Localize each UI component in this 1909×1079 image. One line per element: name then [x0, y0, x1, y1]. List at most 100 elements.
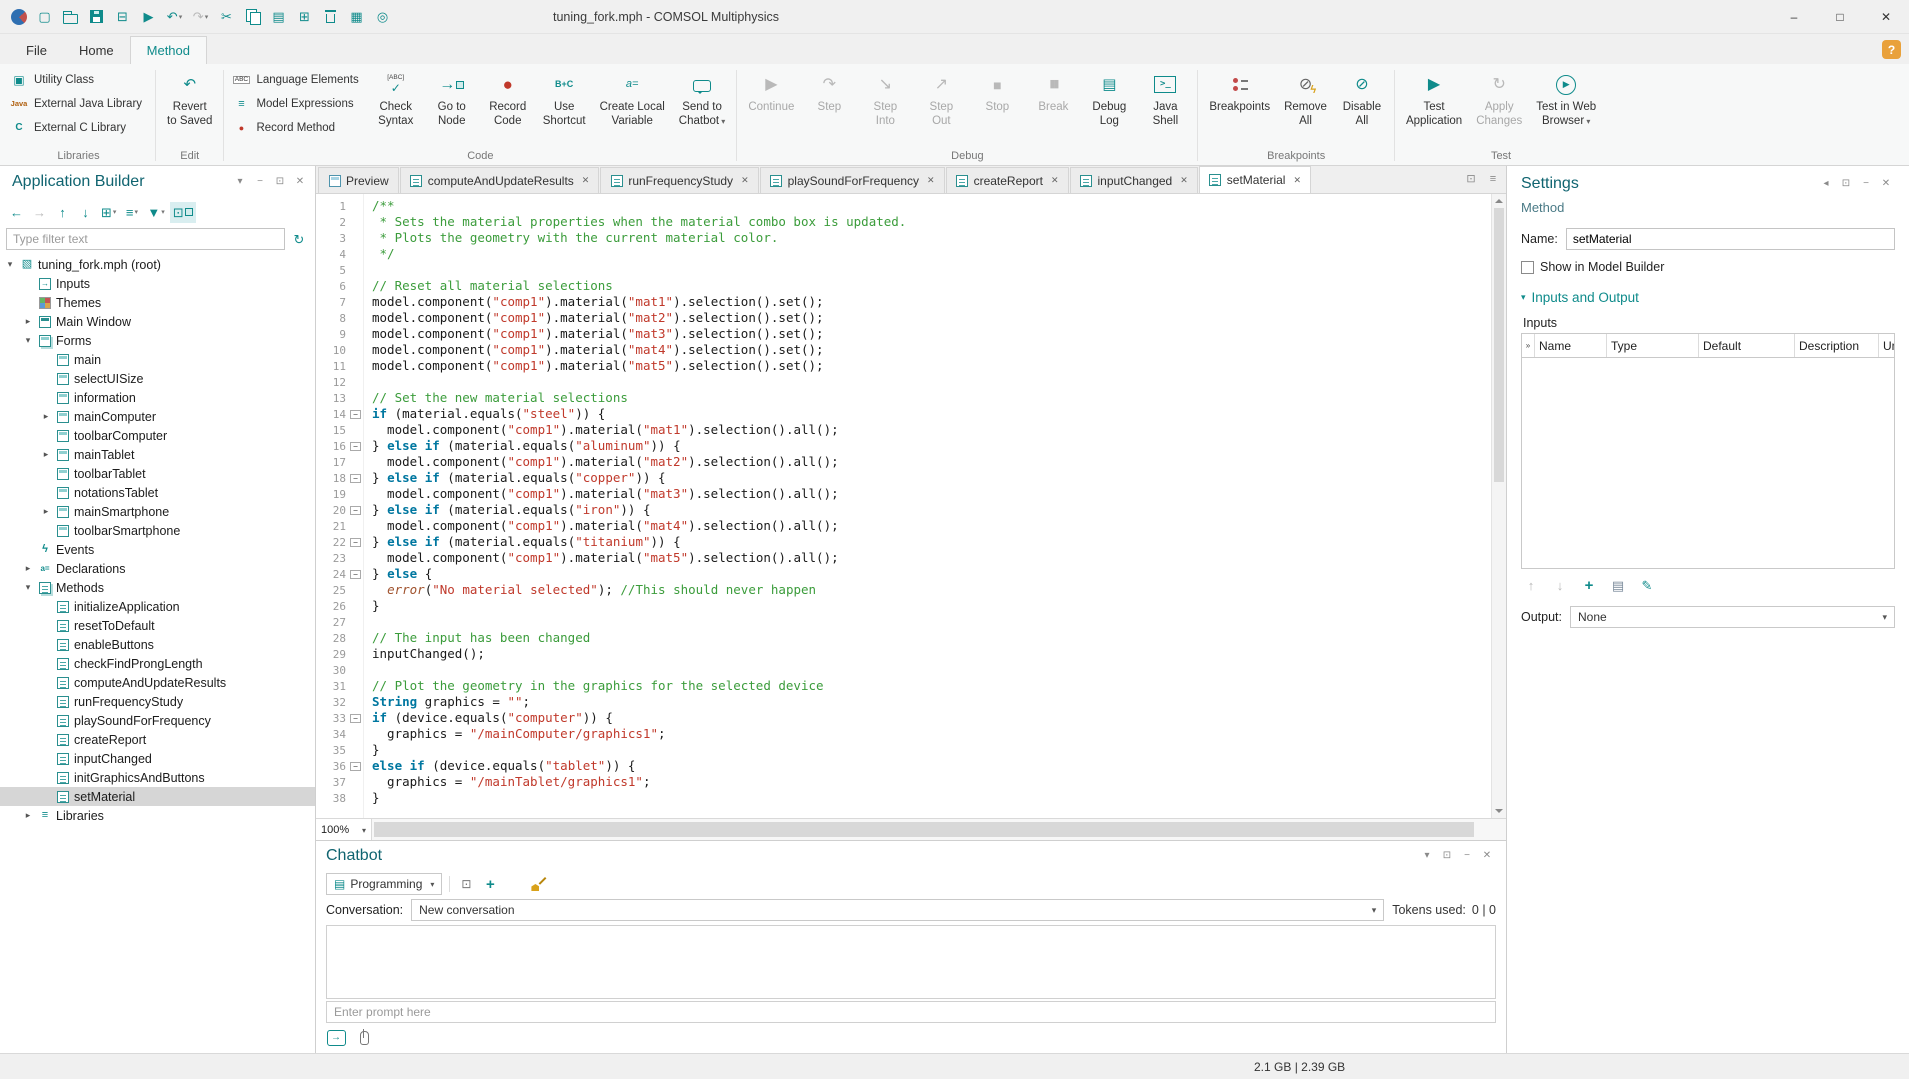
revert-to-saved-button[interactable]: ↶Revert to Saved: [161, 66, 218, 147]
tree-item-toolbarsmartphone[interactable]: toolbarSmartphone: [0, 521, 315, 540]
tree-columns-icon[interactable]: ≡▾: [121, 202, 142, 223]
move-down-icon[interactable]: ↓: [75, 202, 96, 223]
clear-conversation-icon[interactable]: [529, 875, 547, 893]
fold-collapse-icon[interactable]: −: [350, 474, 361, 483]
disable-all-button[interactable]: ⊘Disable All: [1335, 66, 1389, 147]
editor-code[interactable]: /** * Sets the material properties when …: [364, 194, 1491, 818]
tree-item-events[interactable]: ϟEvents: [0, 540, 315, 559]
help-icon[interactable]: ?: [1882, 40, 1901, 59]
fold-collapse-icon[interactable]: −: [350, 538, 361, 547]
tree-item-notationstablet[interactable]: notationsTablet: [0, 483, 315, 502]
stop-button[interactable]: ■Stop: [970, 66, 1024, 147]
settings-close-icon[interactable]: ✕: [1877, 176, 1895, 192]
expand-arrow-icon[interactable]: ▸: [40, 411, 52, 422]
apply-changes-button[interactable]: ↻Apply Changes: [1470, 66, 1528, 147]
chat-panel-icon[interactable]: ⊡: [457, 875, 475, 893]
tree-item-computeandupdateresults[interactable]: computeAndUpdateResults: [0, 673, 315, 692]
tree-item-enablebuttons[interactable]: enableButtons: [0, 635, 315, 654]
panel-float-icon[interactable]: ⊡: [271, 174, 289, 190]
record-code-button[interactable]: ●Record Code: [481, 66, 535, 147]
panel-menu-icon[interactable]: ▾: [231, 174, 249, 190]
record-method-button[interactable]: ●Record Method: [229, 117, 366, 139]
settings-float-icon[interactable]: ⊡: [1837, 176, 1855, 192]
collapse-arrow-icon[interactable]: ▾: [22, 582, 34, 593]
editor-tab-inputchanged[interactable]: inputChanged✕: [1070, 167, 1198, 193]
check-syntax-button[interactable]: ✓Check Syntax: [369, 66, 423, 147]
close-tab-icon[interactable]: ✕: [927, 175, 935, 186]
tree-item-information[interactable]: information: [0, 388, 315, 407]
settings-back-icon[interactable]: ◂: [1817, 176, 1835, 192]
editor-tab-createreport[interactable]: createReport✕: [946, 167, 1069, 193]
column-header-name[interactable]: Name: [1535, 334, 1607, 357]
scrollbar-track[interactable]: [1492, 208, 1506, 804]
show-grid-icon[interactable]: ⊞▾: [98, 202, 119, 223]
editor-float-icon[interactable]: ⊡: [1462, 171, 1480, 187]
column-header-description[interactable]: Description: [1795, 334, 1879, 357]
editor-vertical-scrollbar[interactable]: [1491, 194, 1506, 818]
close-button[interactable]: ✕: [1863, 0, 1909, 34]
settings-grid-icon[interactable]: ▦: [344, 4, 369, 29]
go-to-node-button[interactable]: →Go to Node: [425, 66, 479, 147]
tree-item-initgraphicsandbuttons[interactable]: initGraphicsAndButtons: [0, 768, 315, 787]
editor-tab-playsoundforfrequency[interactable]: playSoundForFrequency✕: [760, 167, 945, 193]
column-header-default[interactable]: Default: [1699, 334, 1795, 357]
tree-item-checkfindpronglength[interactable]: checkFindProngLength: [0, 654, 315, 673]
collapse-arrow-icon[interactable]: ▾: [4, 259, 16, 270]
panel-minimize-icon[interactable]: −: [251, 174, 269, 190]
panel-close-icon[interactable]: ✕: [291, 174, 309, 190]
settings-pin-icon[interactable]: −: [1857, 176, 1875, 192]
load-input-icon[interactable]: ▤: [1608, 575, 1628, 595]
chatbot-mode-select[interactable]: ▤ Programming: [326, 873, 442, 895]
tree-item-setmaterial[interactable]: setMaterial: [0, 787, 315, 806]
tree-item-declarations[interactable]: ▸a=Declarations: [0, 559, 315, 578]
tree-item-maintablet[interactable]: ▸mainTablet: [0, 445, 315, 464]
output-select[interactable]: None: [1570, 606, 1895, 628]
close-tab-icon[interactable]: ✕: [582, 175, 590, 186]
editor-tab-setmaterial[interactable]: setMaterial✕: [1199, 166, 1311, 193]
language-elements-button[interactable]: ABCLanguage Elements: [229, 69, 366, 91]
fold-collapse-icon[interactable]: −: [350, 570, 361, 579]
utility-class-button[interactable]: ▣Utility Class: [7, 69, 150, 91]
tree-item-libraries[interactable]: ▸≡Libraries: [0, 806, 315, 825]
test-in-web-browser-button[interactable]: ▶Test in Web Browser ▾: [1530, 66, 1602, 147]
close-tab-icon[interactable]: ✕: [1180, 175, 1188, 186]
chatbot-float-icon[interactable]: ⊡: [1438, 848, 1456, 864]
editor-menu-icon[interactable]: ≡: [1484, 171, 1502, 187]
fold-collapse-icon[interactable]: −: [350, 410, 361, 419]
comsol-logo[interactable]: [6, 4, 31, 29]
redo-icon[interactable]: ↷▾: [188, 4, 213, 29]
fold-collapse-icon[interactable]: −: [350, 506, 361, 515]
minimize-button[interactable]: –: [1771, 0, 1817, 34]
copy-icon[interactable]: [240, 4, 265, 29]
expand-arrow-icon[interactable]: ▸: [40, 449, 52, 460]
show-in-model-builder-checkbox[interactable]: [1521, 261, 1534, 274]
add-conversation-icon[interactable]: +: [481, 875, 499, 893]
delete-conversation-icon[interactable]: [505, 875, 523, 893]
inputs-and-output-section[interactable]: ▾ Inputs and Output: [1521, 290, 1895, 305]
tree-item-forms[interactable]: ▾Forms: [0, 331, 315, 350]
column-header-type[interactable]: Type: [1607, 334, 1699, 357]
tree-item-initializeapplication[interactable]: initializeApplication: [0, 597, 315, 616]
java-shell-button[interactable]: >_Java Shell: [1138, 66, 1192, 147]
maximize-button[interactable]: □: [1817, 0, 1863, 34]
save-icon[interactable]: [84, 4, 109, 29]
paste-icon[interactable]: ▤: [266, 4, 291, 29]
remove-all-button[interactable]: ⊘Remove All: [1278, 66, 1333, 147]
fold-collapse-icon[interactable]: −: [350, 714, 361, 723]
expand-arrow-icon[interactable]: ▸: [22, 316, 34, 327]
external-c-library-button[interactable]: CExternal C Library: [7, 117, 150, 139]
editor-tab-computeandupdateresults[interactable]: computeAndUpdateResults✕: [400, 167, 600, 193]
scrollbar-thumb[interactable]: [1494, 208, 1504, 482]
continue-button[interactable]: ▶Continue: [742, 66, 800, 147]
row-down-icon[interactable]: ↓: [1550, 575, 1570, 595]
inputs-table[interactable]: »NameTypeDefaultDescriptionUn: [1521, 333, 1895, 569]
editor-tab-runfrequencystudy[interactable]: runFrequencyStudy✕: [600, 167, 758, 193]
tree-item-resettodefault[interactable]: resetToDefault: [0, 616, 315, 635]
breakpoints-button[interactable]: Breakpoints: [1203, 66, 1276, 147]
step-out-button[interactable]: ↗Step Out: [914, 66, 968, 147]
delete-icon[interactable]: [318, 4, 343, 29]
undo-icon[interactable]: ↶▾: [162, 4, 187, 29]
tree-item-tuning-fork-mph-root[interactable]: ▾▧tuning_fork.mph (root): [0, 255, 315, 274]
inputs-table-body[interactable]: [1522, 358, 1894, 568]
open-file-icon[interactable]: [58, 4, 83, 29]
